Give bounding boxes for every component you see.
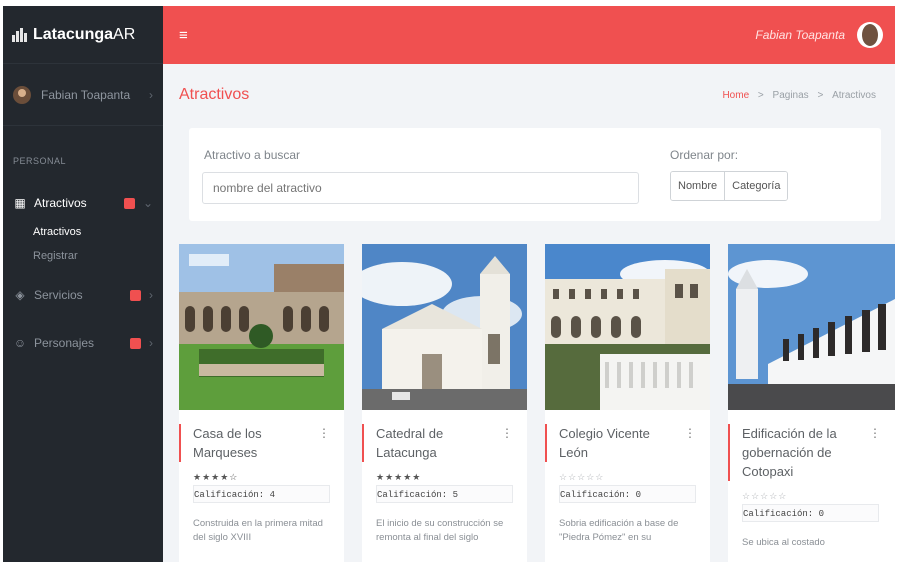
sidebar-section-label: PERSONAL (13, 156, 67, 166)
brand-logo[interactable]: Latacunga AR (3, 6, 163, 64)
card-description: Se ubica al costado (742, 537, 825, 548)
more-vertical-icon[interactable]: ⋮ (684, 426, 696, 440)
sidebar-subitem-atractivos[interactable]: Atractivos (3, 220, 163, 244)
rating-stars: ☆☆☆☆☆ (559, 472, 605, 482)
page-header: Atractivos Home > Paginas > Atractivos (163, 64, 895, 126)
chevron-right-icon: › (149, 87, 153, 102)
sidebar-item-badge (123, 197, 135, 209)
chevron-down-icon: ⌄ (142, 196, 153, 210)
attraction-card[interactable]: Colegio Vicente León ⋮ ☆☆☆☆☆ Calificació… (545, 244, 710, 562)
sort-label: Ordenar por: (670, 148, 739, 162)
more-vertical-icon[interactable]: ⋮ (318, 426, 330, 440)
sidebar-item-personajes[interactable]: ☺ Personajes › (3, 330, 163, 356)
card-title[interactable]: Casa de los Marqueses (179, 424, 305, 462)
attraction-card[interactable]: Casa de los Marqueses ⋮ ★★★★☆ Calificaci… (179, 244, 344, 562)
sidebar-item-badge (130, 289, 141, 301)
sidebar-item-atractivos[interactable]: ▦ Atractivos ⌄ (3, 190, 163, 216)
sidebar-item-label: Servicios (34, 288, 83, 302)
attraction-photo[interactable] (362, 244, 527, 410)
sidebar: Latacunga AR Fabian Toapanta › PERSONAL ▦… (3, 6, 163, 562)
rating-stars: ☆☆☆☆☆ (742, 491, 788, 501)
breadcrumb: Home > Paginas > Atractivos (719, 90, 879, 101)
hamburger-icon[interactable]: ≡ (179, 27, 188, 44)
layers-icon: ◈ (15, 288, 25, 302)
gallery-icon: ▦ (14, 196, 26, 210)
breadcrumb-separator: > (757, 89, 764, 101)
avatar (13, 85, 31, 104)
card-body: Casa de los Marqueses ⋮ ★★★★☆ Calificaci… (179, 410, 344, 545)
search-label: Atractivo a buscar (204, 148, 301, 162)
rating-value: Calificación: 0 (742, 504, 879, 522)
attraction-photo[interactable] (545, 244, 710, 410)
sidebar-nav: ▦ Atractivos ⌄ Atractivos Registrar ◈ Se… (3, 190, 163, 356)
card-title[interactable]: Colegio Vicente León (545, 424, 671, 462)
card-body: Colegio Vicente León ⋮ ☆☆☆☆☆ Calificació… (545, 410, 710, 545)
card-description: Construida en la primera mitad del siglo… (193, 518, 323, 543)
search-panel: Atractivo a buscar Ordenar por: Nombre C… (189, 128, 881, 221)
rating-stars: ★★★★★ (376, 472, 422, 482)
breadcrumb-pages[interactable]: Paginas (773, 90, 809, 101)
more-vertical-icon[interactable]: ⋮ (501, 426, 513, 440)
more-vertical-icon[interactable]: ⋮ (869, 426, 881, 440)
city-logo-icon (12, 27, 28, 42)
card-title[interactable]: Edificación de la gobernación de Cotopax… (728, 424, 854, 481)
sidebar-item-badge (130, 337, 141, 349)
card-body: Catedral de Latacunga ⋮ ★★★★★ Calificaci… (362, 410, 527, 545)
card-description: El inicio de su construcción se remonta … (376, 518, 504, 543)
rating-value: Calificación: 5 (376, 485, 513, 503)
chevron-right-icon: › (149, 336, 153, 350)
rating-stars: ★★★★☆ (193, 472, 239, 482)
breadcrumb-home[interactable]: Home (722, 90, 749, 101)
sort-by-category-button[interactable]: Categoría (724, 172, 788, 200)
sidebar-item-label: Atractivos (34, 196, 87, 210)
topbar: ≡ Fabian Toapanta (163, 6, 895, 64)
sidebar-user[interactable]: Fabian Toapanta › (3, 64, 163, 126)
sidebar-item-servicios[interactable]: ◈ Servicios › (3, 282, 163, 308)
card-description: Sobria edificación a base de "Piedra Póm… (559, 518, 679, 543)
attraction-card[interactable]: Catedral de Latacunga ⋮ ★★★★★ Calificaci… (362, 244, 527, 562)
card-body: Edificación de la gobernación de Cotopax… (728, 410, 895, 562)
rating-value: Calificación: 4 (193, 485, 330, 503)
sort-by-name-button[interactable]: Nombre (671, 172, 725, 200)
brand-name-light: AR (113, 25, 136, 43)
avatar[interactable] (857, 22, 883, 48)
sidebar-user-name: Fabian Toapanta (41, 87, 131, 102)
attraction-card[interactable]: Edificación de la gobernación de Cotopax… (728, 244, 895, 562)
chevron-right-icon: › (149, 288, 153, 302)
breadcrumb-separator: > (817, 89, 824, 101)
app-window: Latacunga AR Fabian Toapanta › PERSONAL ▦… (3, 6, 895, 562)
smile-icon: ☺ (13, 336, 27, 350)
sort-button-group: Nombre Categoría (670, 171, 789, 201)
rating-value: Calificación: 0 (559, 485, 696, 503)
sidebar-item-label: Personajes (34, 336, 95, 350)
breadcrumb-current: Atractivos (832, 89, 876, 101)
page-title: Atractivos (179, 86, 250, 103)
sidebar-subitem-registrar[interactable]: Registrar (3, 244, 163, 268)
brand-name-bold: Latacunga (33, 25, 114, 43)
attraction-photo[interactable] (728, 244, 895, 410)
attraction-photo[interactable] (179, 244, 344, 410)
topbar-user-name[interactable]: Fabian Toapanta (755, 28, 845, 42)
search-input[interactable] (202, 172, 639, 204)
card-title[interactable]: Catedral de Latacunga (362, 424, 488, 462)
